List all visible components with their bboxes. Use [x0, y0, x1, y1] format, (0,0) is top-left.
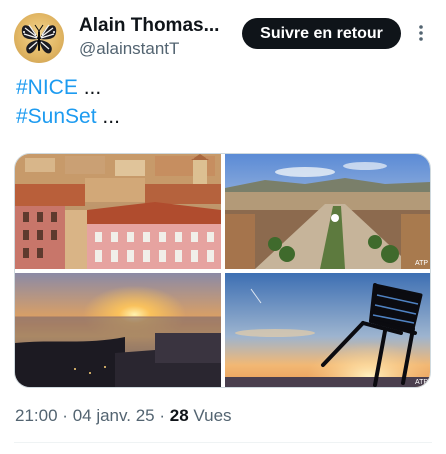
sea-sunset-photo[interactable] — [15, 273, 221, 387]
avatar[interactable] — [14, 13, 64, 63]
divider — [14, 442, 432, 443]
more-options-button[interactable] — [414, 22, 428, 44]
tweet-text-line-1: #NICE ... — [16, 76, 101, 100]
views-count: 28 — [169, 406, 189, 425]
ellipsis-text: ... — [77, 76, 102, 99]
views-label: Vues — [193, 406, 232, 425]
follow-back-button[interactable]: Suivre en retour — [242, 18, 401, 49]
ellipsis-text: ... — [96, 105, 120, 128]
author-name[interactable]: Alain Thomas... — [79, 15, 219, 37]
tweet-meta: 21:00 · 04 janv. 25 · 28 Vues — [15, 406, 232, 426]
butterfly-icon — [21, 24, 57, 54]
more-vertical-icon — [419, 25, 423, 41]
nice-rooftops-photo[interactable] — [15, 154, 221, 269]
meta-separator: · — [159, 406, 166, 425]
tweet-text-line-2: #SunSet ... — [16, 105, 120, 129]
media-grid: ATP ATP — [14, 153, 431, 388]
watermark-text: ATP — [415, 260, 428, 267]
tweet-date[interactable]: 04 janv. 25 — [73, 406, 155, 425]
meta-separator: · — [62, 406, 68, 425]
nice-city-aerial-photo[interactable]: ATP — [225, 154, 430, 269]
tweet: Alain Thomas... @alainstantT Suivre en r… — [0, 0, 446, 454]
tweet-time[interactable]: 21:00 — [15, 406, 58, 425]
watermark-text: ATP — [415, 379, 428, 386]
hashtag-sunset[interactable]: #SunSet — [16, 105, 97, 128]
author-handle[interactable]: @alainstantT — [79, 39, 179, 59]
hashtag-nice[interactable]: #NICE — [16, 76, 78, 99]
chair-silhouette-sunset-photo[interactable]: ATP — [225, 273, 430, 387]
